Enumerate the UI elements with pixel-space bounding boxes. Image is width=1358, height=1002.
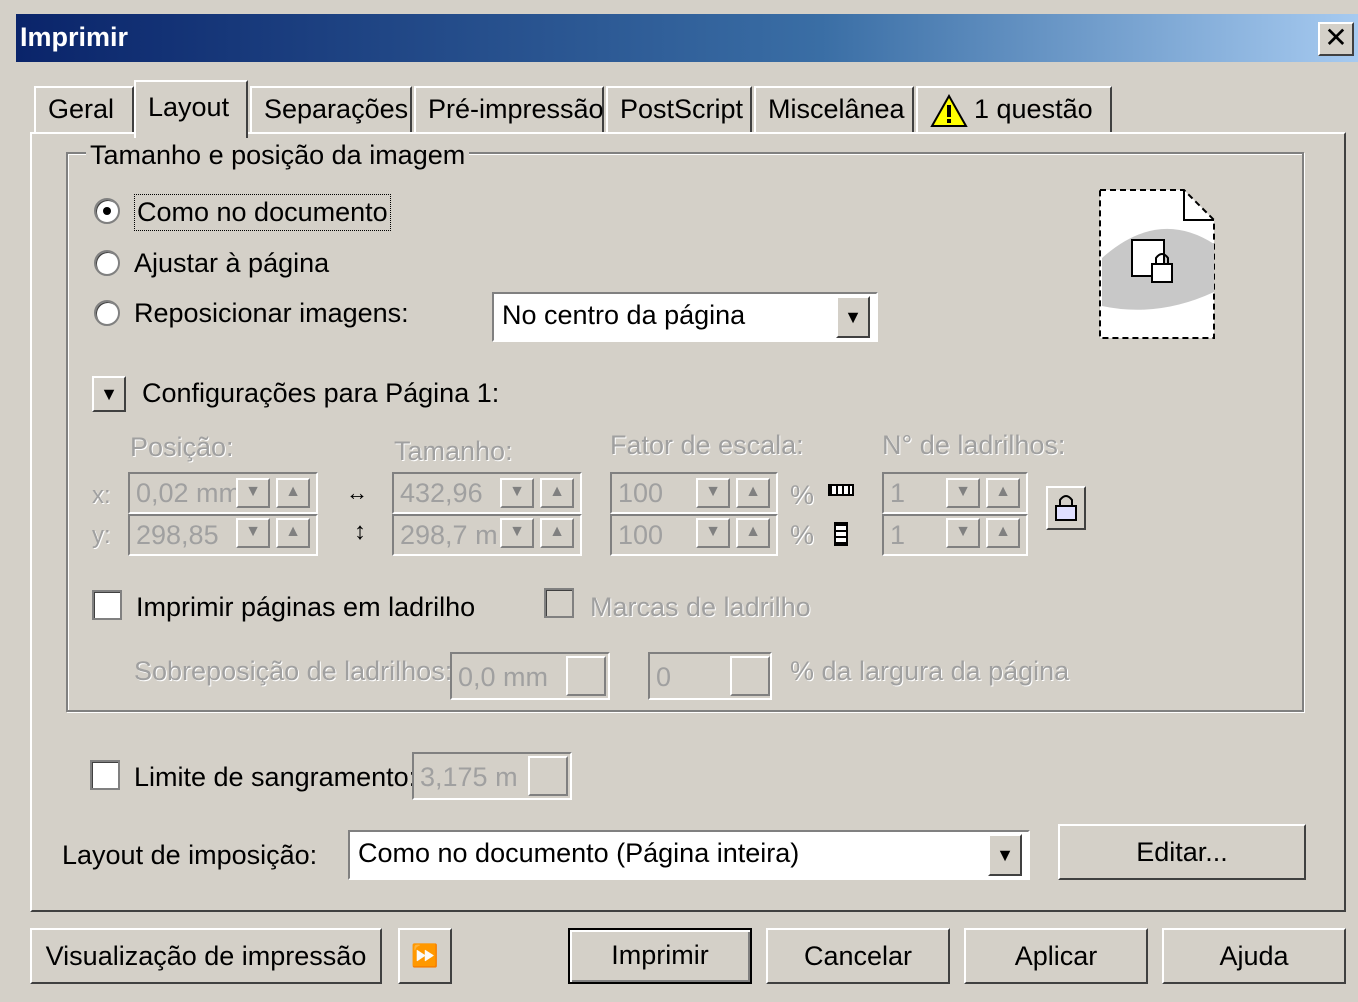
spin-up-icon[interactable]: ▲ [540,478,574,508]
fast-forward-icon[interactable]: ⏩ [398,928,452,984]
tab-postscript[interactable]: PostScript [606,86,752,132]
percent-x-label: % [790,480,815,510]
bleed-limit-label[interactable]: Limite de sangramento: [134,762,416,793]
field-value: 0 [656,662,672,692]
spin-up-icon[interactable]: ▲ [986,478,1020,508]
page-preview-icon [1099,189,1215,339]
spin-up-icon[interactable]: ▲ [736,478,770,508]
position-label: Posição: [130,432,234,462]
y-label: y: [92,522,111,549]
reposition-select[interactable]: No centro da página [492,292,878,342]
tab-label: 1 questão [974,94,1093,124]
radio-reposition-label[interactable]: Reposicionar imagens: [134,298,409,329]
chevron-down-icon[interactable]: ▼ [836,296,870,338]
field-value: 0,02 mm [136,478,242,508]
edit-button[interactable]: Editar... [1058,824,1306,880]
field-value: 100 [618,520,664,550]
tab-label: Miscelânea [768,94,905,124]
tab-separacoes[interactable]: Separações [250,86,412,132]
tile-marks-checkbox[interactable] [544,588,574,618]
tab-label: Layout [148,92,230,122]
print-preview-button[interactable]: Visualização de impressão [30,928,382,984]
lock-icon [1055,495,1077,521]
imposition-label: Layout de imposição: [62,840,318,870]
spin-down-icon[interactable]: ▼ [946,478,980,508]
spin-down-icon[interactable]: ▼ [236,518,270,548]
radio-as-document[interactable] [94,198,120,224]
help-button[interactable]: Ajuda [1162,928,1346,984]
group-title: Tamanho e posição da imagem [86,140,470,171]
field-value: 100 [618,478,664,508]
field-value: 3,175 m [420,762,518,792]
horizontal-scale-icon [828,484,854,496]
field-value: 1 [890,478,906,508]
scale-label: Fator de escala: [610,430,804,460]
bleed-spinner[interactable] [528,756,568,796]
spin-down-icon[interactable]: ▼ [500,478,534,508]
tile-pages-label[interactable]: Imprimir páginas em ladrilho [136,592,475,623]
spin-up-icon[interactable]: ▲ [276,518,310,548]
bleed-limit-checkbox[interactable] [90,760,120,790]
field-value: 1 [890,520,906,550]
tab-label: Geral [48,94,115,124]
x-label: x: [92,482,111,509]
spin-down-icon[interactable]: ▼ [696,518,730,548]
imposition-value: Como no documento (Página inteira) [358,838,800,868]
tab-label: PostScript [620,94,744,124]
height-arrows-icon: ↕ [354,518,366,545]
tab-label: Pré-impressão [428,94,604,124]
size-label: Tamanho: [394,436,513,466]
print-button[interactable]: Imprimir [568,928,752,984]
cancel-button[interactable]: Cancelar [766,928,950,984]
tile-pages-checkbox[interactable] [92,590,122,620]
window-title: Imprimir [20,22,129,52]
tab-miscelanea[interactable]: Miscelânea [754,86,914,132]
label-text: Como no documento [137,197,388,227]
spin-down-icon[interactable]: ▼ [236,478,270,508]
lock-aspect-button[interactable] [1046,486,1086,530]
tiles-label: N° de ladrilhos: [882,430,1066,460]
tab-geral[interactable]: Geral [34,86,134,132]
field-value: 0,0 mm [458,662,549,692]
tab-layout[interactable]: Layout [134,80,248,138]
spin-down-icon[interactable]: ▼ [500,518,534,548]
overlap-label: Sobreposição de ladrilhos: [134,656,453,686]
radio-fit-page[interactable] [94,250,120,276]
radio-fit-page-label[interactable]: Ajustar à página [134,248,329,279]
spin-up-icon[interactable]: ▲ [736,518,770,548]
overlap-spinner[interactable] [566,656,606,696]
overlap-percent-label: % da largura da página [790,656,1070,686]
spin-up-icon[interactable]: ▲ [540,518,574,548]
apply-button[interactable]: Aplicar [964,928,1148,984]
field-value: 432,96 [400,478,483,508]
field-value: 298,7 m [400,520,498,550]
tab-pre-impressao[interactable]: Pré-impressão [414,86,604,132]
radio-reposition[interactable] [94,300,120,326]
close-button[interactable]: ✕ [1318,22,1354,56]
imposition-select[interactable]: Como no documento (Página inteira) [348,830,1030,880]
field-value: 298,85 [136,520,219,550]
tab-label: Separações [264,94,409,124]
overlap-percent-spinner[interactable] [730,656,770,696]
spin-down-icon[interactable]: ▼ [696,478,730,508]
percent-y-label: % [790,520,815,550]
page-settings-label: Configurações para Página 1: [142,378,500,408]
title-bar[interactable] [16,14,1358,62]
tab-questions[interactable]: 1 questão [916,86,1112,132]
reposition-value: No centro da página [502,300,746,330]
expand-page-settings-button[interactable]: ▼ [92,376,126,412]
spin-down-icon[interactable]: ▼ [946,518,980,548]
radio-as-document-label[interactable]: Como no documento [134,194,391,231]
width-arrows-icon: ↔ [346,480,368,505]
chevron-down-icon[interactable]: ▼ [988,834,1022,876]
warning-icon [930,94,968,127]
spin-up-icon[interactable]: ▲ [986,518,1020,548]
vertical-scale-icon [834,522,848,546]
tile-marks-label: Marcas de ladrilho [590,592,811,622]
spin-up-icon[interactable]: ▲ [276,478,310,508]
